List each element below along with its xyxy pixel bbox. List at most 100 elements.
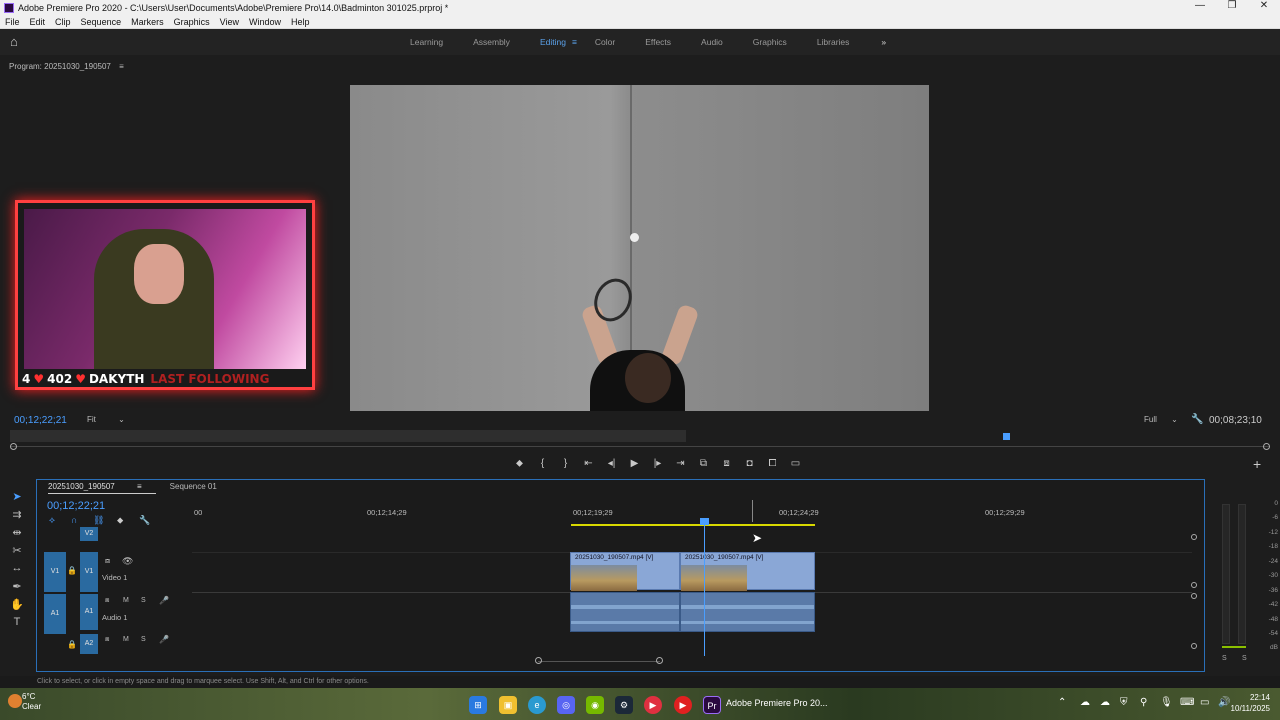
workspace-tab-learning[interactable]: Learning [410, 37, 443, 47]
steam-icon[interactable]: ⚙ [615, 696, 633, 714]
v-scroll-handle[interactable] [1191, 643, 1197, 649]
hand-tool-icon[interactable]: ✋ [8, 598, 26, 616]
razor-tool-icon[interactable]: ✂ [8, 544, 26, 562]
workspace-tab-effects[interactable]: Effects [645, 37, 671, 47]
sync-lock-icon-a1[interactable]: ⧈ [105, 597, 109, 605]
solo-left-button[interactable]: S [1222, 655, 1227, 662]
tab-sequence-01[interactable]: Sequence 01 [170, 482, 217, 494]
nest-icon[interactable]: ⟡ [49, 515, 71, 526]
step-back-icon[interactable]: ◂| [600, 458, 623, 469]
timeline-playhead[interactable] [704, 520, 705, 656]
keyboard-icon[interactable]: ⌨ [1180, 697, 1200, 708]
workspace-tab-graphics[interactable]: Graphics [753, 37, 787, 47]
track-target-v1[interactable]: V1 [80, 552, 98, 592]
source-patch-v1[interactable]: V1 [44, 552, 66, 592]
go-to-out-icon[interactable]: ⇥ [669, 458, 692, 469]
menu-edit[interactable]: Edit [25, 17, 51, 27]
add-marker-icon[interactable]: ⬥ [117, 515, 139, 526]
active-app-label[interactable]: Adobe Premiere Pro 20... [726, 698, 828, 708]
defender-icon[interactable]: ⛨ [1120, 697, 1140, 708]
playhead-marker[interactable] [1003, 433, 1010, 440]
menu-file[interactable]: File [0, 17, 25, 27]
discord-icon[interactable]: ◎ [557, 696, 575, 714]
solo-right-button[interactable]: S [1242, 655, 1247, 662]
maximize-button[interactable]: ❐ [1216, 0, 1248, 15]
wrench-icon[interactable]: 🔧 [1191, 414, 1203, 425]
network-tray-icon[interactable]: ⚲ [1140, 697, 1160, 708]
start-icon[interactable]: ⊞ [469, 696, 487, 714]
premiere-taskbar-icon[interactable]: Pr [703, 696, 721, 714]
menu-window[interactable]: Window [244, 17, 286, 27]
button-editor-icon[interactable]: ▭ [784, 458, 807, 469]
step-forward-icon[interactable]: |▸ [646, 458, 669, 469]
sync-lock-icon[interactable]: ⧈ [105, 556, 110, 566]
mic-icon-a2[interactable]: 🎤 [159, 635, 169, 644]
weather-icon[interactable] [8, 694, 22, 708]
home-icon[interactable]: ⌂ [10, 35, 24, 49]
timeline-timecode[interactable]: 00;12;22;21 [47, 500, 105, 512]
selection-tool-icon[interactable]: ➤ [8, 490, 26, 508]
lock-icon-a2[interactable]: 🔒 [67, 640, 77, 649]
edge-icon[interactable]: e [528, 696, 546, 714]
quality-select[interactable]: Full ⌄ [1144, 415, 1178, 424]
v-scroll-handle[interactable] [1191, 582, 1197, 588]
settings-wrench-icon[interactable]: 🔧 [139, 515, 161, 526]
linked-selection-icon[interactable]: ⛓ [93, 515, 117, 526]
zoom-fit-select[interactable]: Fit ⌄ [87, 415, 125, 424]
menu-help[interactable]: Help [286, 17, 315, 27]
lift-icon[interactable]: ⧉ [692, 458, 715, 469]
mute-button[interactable]: M [123, 597, 129, 604]
onedrive-icon[interactable]: ☁ [1100, 697, 1120, 708]
solo-button[interactable]: S [141, 597, 146, 604]
add-button-icon[interactable]: + [1253, 456, 1261, 472]
menu-sequence[interactable]: Sequence [76, 17, 127, 27]
track-select-tool-icon[interactable]: ⇉ [8, 508, 26, 526]
h-scroll-left-handle[interactable] [535, 657, 542, 664]
slip-tool-icon[interactable]: ↔ [8, 562, 26, 580]
v-scroll-handle[interactable] [1191, 593, 1197, 599]
workspace-tab-assembly[interactable]: Assembly [473, 37, 510, 47]
program-timecode[interactable]: 00;12;22;21 [14, 415, 67, 426]
audio-clip-2[interactable] [680, 592, 815, 632]
go-to-in-icon[interactable]: ⇤ [577, 458, 600, 469]
menu-graphics[interactable]: Graphics [169, 17, 215, 27]
more-workspaces-icon[interactable]: » [881, 37, 886, 47]
horizontal-scrollbar[interactable] [538, 661, 660, 662]
media-player-icon[interactable]: ▶ [644, 696, 662, 714]
menu-view[interactable]: View [215, 17, 244, 27]
youtube-music-icon[interactable]: ▶ [674, 696, 692, 714]
solo-button-a2[interactable]: S [141, 636, 146, 643]
eye-icon[interactable]: 👁 [122, 556, 133, 567]
cloud-icon[interactable]: ☁ [1080, 697, 1100, 708]
h-scroll-right-handle[interactable] [656, 657, 663, 664]
minimize-button[interactable]: — [1184, 0, 1216, 15]
export-frame-icon[interactable]: ◘ [738, 458, 761, 469]
microphone-tray-icon[interactable]: 🎙 [1160, 697, 1180, 708]
mark-out-icon[interactable]: } [554, 458, 577, 469]
mute-button-a2[interactable]: M [123, 636, 129, 643]
tab-menu-icon[interactable]: ≡ [137, 482, 142, 491]
source-patch-a1[interactable]: A1 [44, 594, 66, 634]
v-scroll-handle[interactable] [1191, 534, 1197, 540]
display-icon[interactable]: ▭ [1200, 697, 1218, 708]
sync-lock-icon-a2[interactable]: ⧈ [105, 636, 109, 644]
tray-chevron-up-icon[interactable]: ⌃ [1058, 697, 1080, 708]
video-clip-2[interactable]: 20251030_190507.mp4 [V] [680, 552, 815, 591]
nvidia-icon[interactable]: ◉ [586, 696, 604, 714]
menu-clip[interactable]: Clip [50, 17, 76, 27]
menu-markers[interactable]: Markers [126, 17, 169, 27]
audio-clip-1[interactable] [570, 592, 680, 632]
type-tool-icon[interactable]: T [8, 616, 26, 634]
video-clip-1[interactable]: 20251030_190507.mp4 [V] [570, 552, 680, 591]
workspace-tab-audio[interactable]: Audio [701, 37, 723, 47]
workspace-tab-libraries[interactable]: Libraries [817, 37, 850, 47]
system-clock[interactable]: 22:14 10/11/2025 [1231, 692, 1270, 714]
program-video-frame[interactable] [350, 85, 929, 411]
close-button[interactable]: ✕ [1248, 0, 1280, 15]
comparison-view-icon[interactable]: ⧠ [761, 458, 784, 469]
hamburger-icon[interactable]: ≡ [572, 37, 577, 47]
mic-icon[interactable]: 🎤 [159, 596, 169, 605]
lock-icon[interactable]: 🔒 [67, 566, 77, 575]
tab-sequence-20251030[interactable]: 20251030_190507 ≡ [48, 482, 156, 494]
program-scrubber[interactable] [10, 430, 1270, 442]
